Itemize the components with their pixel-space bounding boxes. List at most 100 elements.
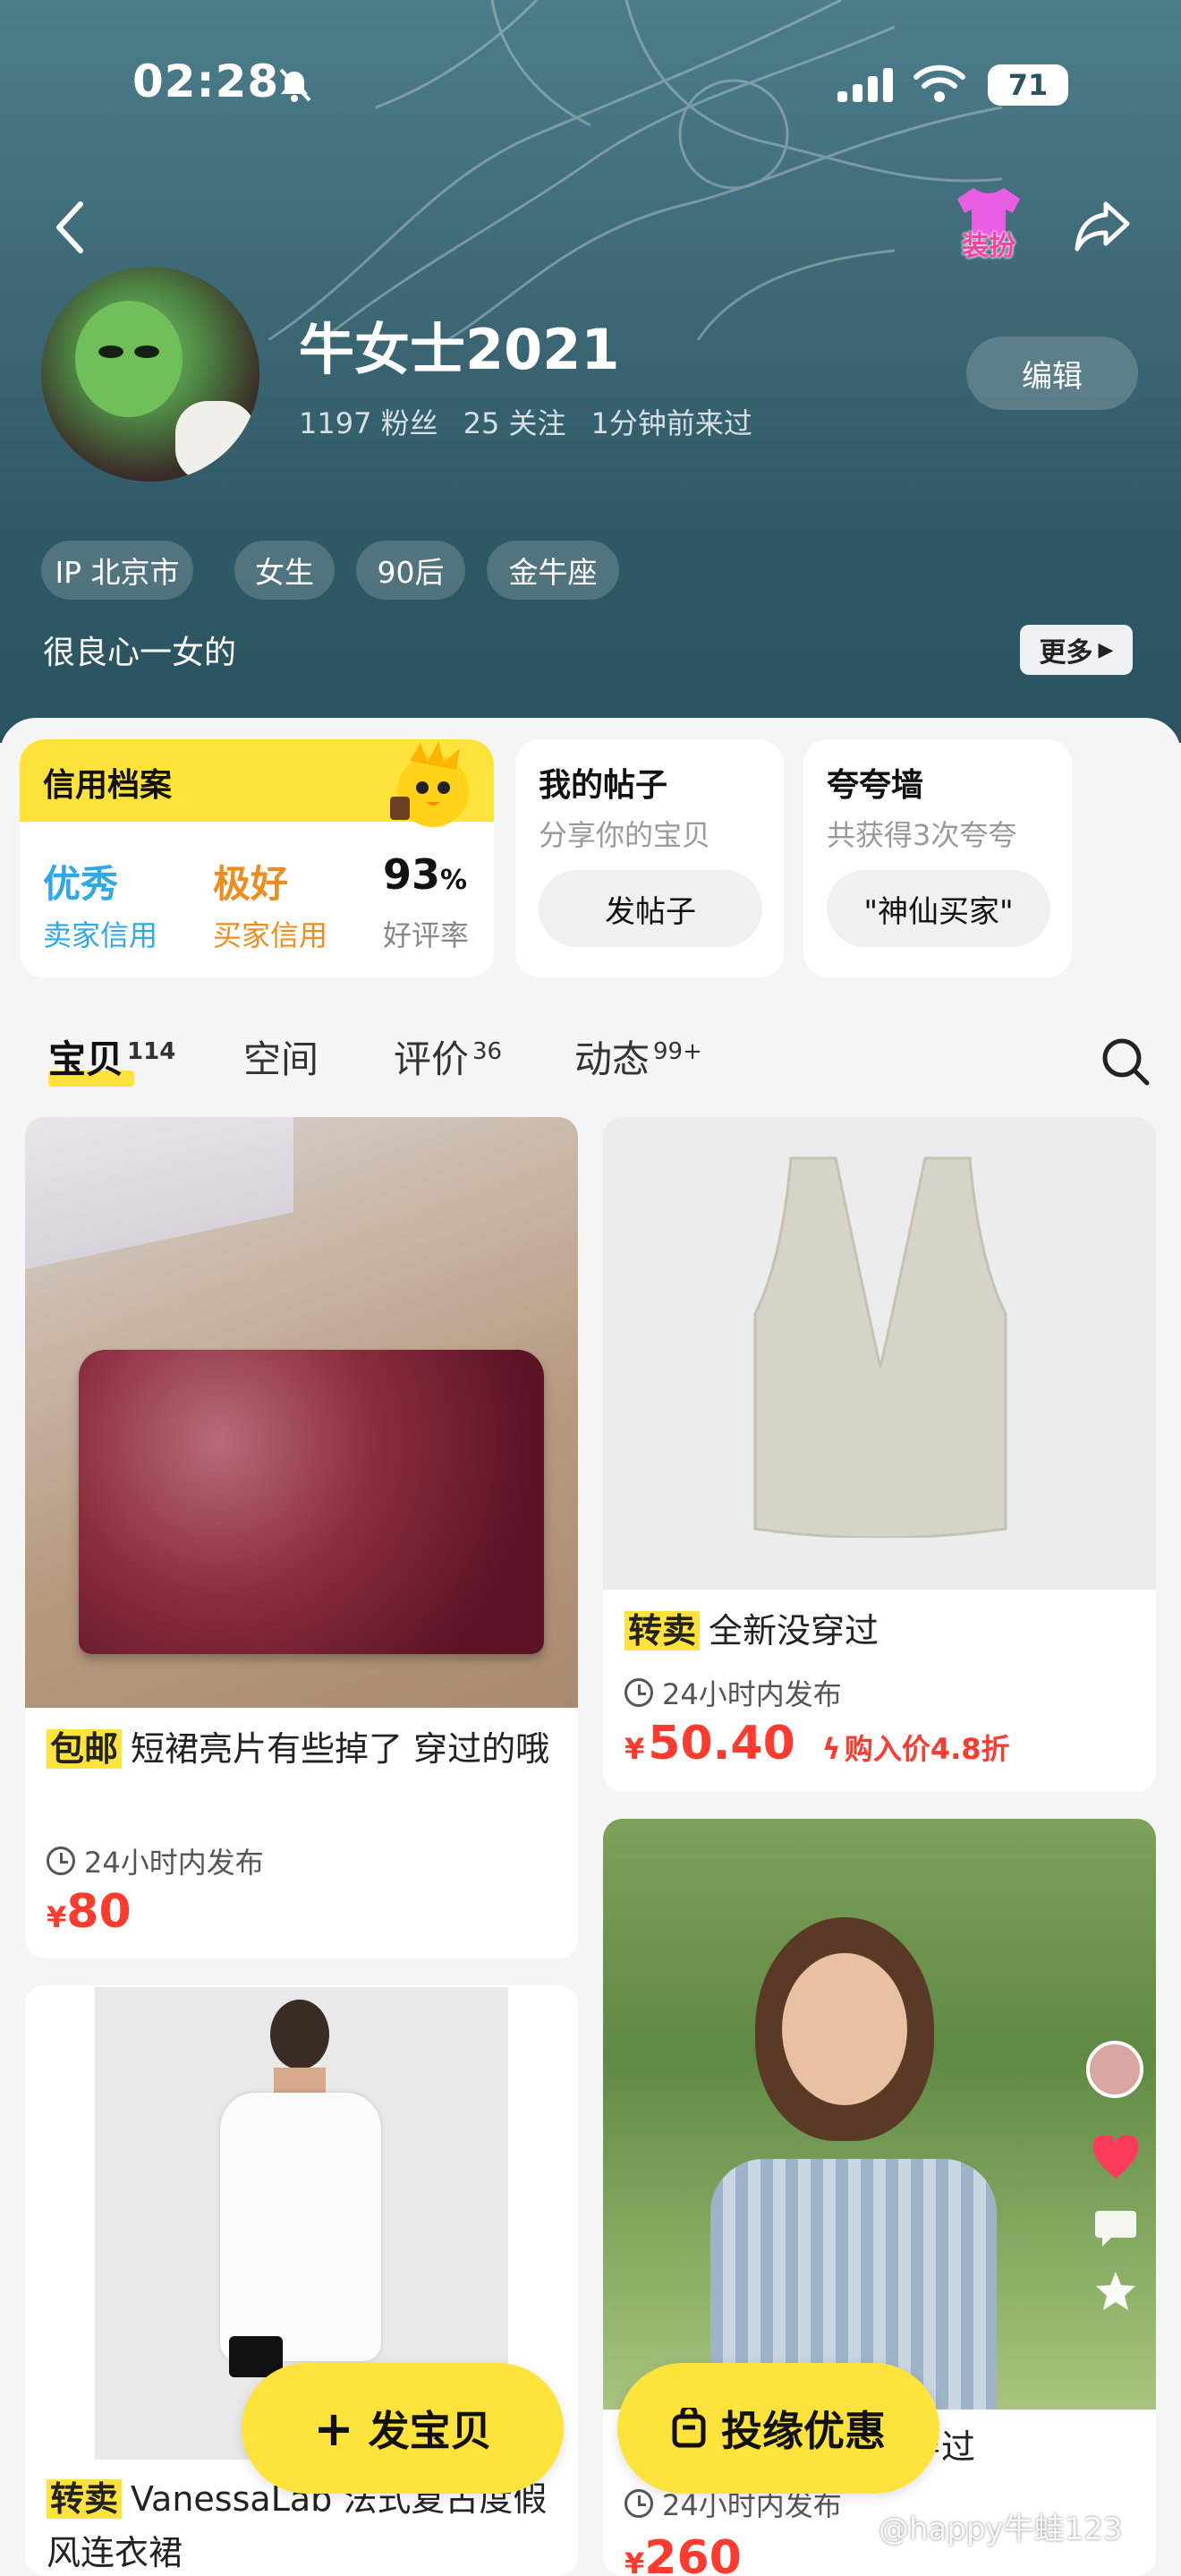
credit-title: 信用档案 — [43, 767, 173, 804]
tab-items-label: 宝贝 — [48, 1037, 124, 1081]
product-image — [25, 1117, 578, 1708]
edit-profile-button[interactable]: 编辑 — [966, 337, 1138, 410]
header-background-art — [268, 0, 1002, 340]
praise-wall-card[interactable]: 夸夸墙 共获得3次夸夸 "神仙买家" — [803, 739, 1072, 977]
product-time: 24小时内发布 — [624, 1672, 842, 1713]
fans-count[interactable]: 1197 粉丝 — [299, 401, 438, 442]
avatar-face — [75, 301, 183, 417]
rating-label: 好评率 — [383, 918, 470, 952]
star-icon[interactable] — [1093, 2270, 1138, 2313]
price-value: 80 — [66, 1885, 132, 1939]
create-post-button[interactable]: 发帖子 — [539, 870, 762, 947]
sequin-skirt — [79, 1350, 544, 1654]
tag-zodiac: 金牛座 — [487, 541, 619, 600]
avatar-eye — [134, 345, 159, 358]
last-seen: 1分钟前来过 — [590, 406, 752, 440]
product-time-text: 24小时内发布 — [662, 1677, 842, 1711]
seller-credit-value: 优秀 — [43, 862, 119, 906]
dress-up-label: 装扮 — [962, 231, 1015, 262]
publish-item-label: 发宝贝 — [368, 2407, 492, 2455]
product-price: ¥260 — [624, 2531, 742, 2576]
bell-muted-icon — [279, 68, 311, 102]
rating-value: 93% — [383, 850, 467, 899]
tag-age: 90后 — [356, 541, 465, 600]
avatar[interactable] — [41, 267, 259, 482]
product-time: 24小时内发布 — [47, 1840, 264, 1881]
more-label: 更多 — [1039, 637, 1093, 669]
chick-mascot-icon — [374, 739, 490, 829]
product-badge: 包邮 — [47, 1729, 123, 1769]
product-title: 包邮 短裙亮片有些掉了 穿过的哦 — [47, 1722, 565, 1776]
tank-top-illustration — [753, 1156, 1007, 1538]
profile-bio: 很良心一女的 — [43, 635, 237, 671]
publish-item-button[interactable]: + 发宝贝 — [242, 2363, 564, 2494]
avatar-dog — [175, 401, 256, 482]
signal-icon — [837, 68, 893, 102]
tab-reviews-label: 评价 — [394, 1037, 470, 1081]
more-button[interactable]: 更多 ▶ — [1020, 625, 1133, 675]
product-badge: 转卖 — [47, 2479, 123, 2519]
tab-items[interactable]: 宝贝 114 — [48, 1029, 175, 1084]
tab-reviews[interactable]: 评价 36 — [394, 1029, 502, 1084]
bag-icon — [672, 2408, 706, 2448]
profile-stats: 1197 粉丝 25 关注 1分钟前来过 — [299, 401, 752, 442]
battery-level: 71 — [1007, 68, 1049, 102]
caret-right-icon: ▶ — [1098, 638, 1114, 661]
plus-icon: + — [313, 2400, 354, 2457]
watermark: @happy牛蛙123 — [879, 2512, 1123, 2547]
white-dress — [220, 2093, 381, 2361]
search-icon[interactable] — [1100, 1036, 1151, 1087]
posts-subtitle: 分享你的宝贝 — [539, 818, 711, 852]
posts-title: 我的帖子 — [539, 767, 668, 804]
praise-badge[interactable]: "神仙买家" — [827, 870, 1050, 947]
model-head — [270, 2000, 329, 2069]
product-price: ¥50.40 ϟ 购入价4.8折 — [624, 1717, 1010, 1770]
tag-ip: IP 北京市 — [41, 541, 193, 600]
clock-icon — [47, 1847, 75, 1875]
following-count[interactable]: 25 关注 — [463, 401, 566, 442]
dress-up-button[interactable]: 装扮 — [948, 184, 1029, 265]
price-value: 50.40 — [648, 1717, 795, 1770]
clock-icon — [624, 1678, 653, 1707]
product-price: ¥80 — [47, 1885, 132, 1939]
status-time: 02:28 — [132, 55, 280, 107]
share-icon[interactable] — [1074, 199, 1131, 252]
avatar-eye — [98, 345, 123, 358]
product-card[interactable]: 包邮 短裙亮片有些掉了 穿过的哦 24小时内发布 ¥80 — [25, 1117, 578, 1958]
product-image — [603, 1819, 1156, 2410]
discount-text: 购入价4.8折 — [844, 1732, 1010, 1766]
profile-name: 牛女士2021 — [299, 317, 620, 382]
my-posts-card[interactable]: 我的帖子 分享你的宝贝 发帖子 — [515, 739, 784, 977]
tab-items-count: 114 — [127, 1038, 176, 1065]
tab-space-label: 空间 — [243, 1037, 319, 1081]
model-face — [782, 1953, 907, 2105]
back-arrow-icon[interactable] — [54, 200, 86, 254]
buyer-credit-label: 买家信用 — [213, 918, 328, 952]
product-title: 转卖 全新没穿过 — [624, 1604, 1143, 1658]
tab-reviews-count: 36 — [472, 1038, 503, 1065]
tab-activity[interactable]: 动态 99+ — [574, 1029, 702, 1084]
tab-activity-label: 动态 — [574, 1037, 650, 1081]
offer-label: 投缘优惠 — [721, 2407, 886, 2455]
offer-button[interactable]: 投缘优惠 — [617, 2363, 939, 2494]
product-image — [603, 1117, 1156, 1590]
product-title-text: 短裙亮片有些掉了 穿过的哦 — [131, 1729, 550, 1769]
rating-unit: % — [440, 865, 468, 896]
product-badge: 转卖 — [624, 1611, 701, 1651]
buyer-credit-value: 极好 — [213, 862, 289, 906]
tab-space[interactable]: 空间 — [243, 1029, 319, 1084]
comment-icon[interactable] — [1093, 2207, 1138, 2248]
praise-title: 夸夸墙 — [827, 767, 924, 804]
wall-backdrop — [25, 1117, 293, 1269]
creator-avatar[interactable] — [1086, 2041, 1143, 2098]
credit-card[interactable]: 信用档案 优秀 卖家信用 极好 买家信用 93% 好评率 — [20, 739, 494, 977]
price-currency: ¥ — [624, 2546, 645, 2576]
tab-activity-count: 99+ — [653, 1038, 702, 1065]
wifi-icon — [913, 64, 965, 102]
heart-icon[interactable] — [1092, 2136, 1140, 2180]
battery-icon: 71 — [988, 64, 1068, 106]
product-card[interactable]: 转卖 全新没穿过 24小时内发布 ¥50.40 ϟ 购入价4.8折 — [603, 1117, 1156, 1792]
tag-gender: 女生 — [234, 541, 335, 600]
product-time-text: 24小时内发布 — [84, 1846, 264, 1880]
clock-icon — [624, 2489, 653, 2518]
